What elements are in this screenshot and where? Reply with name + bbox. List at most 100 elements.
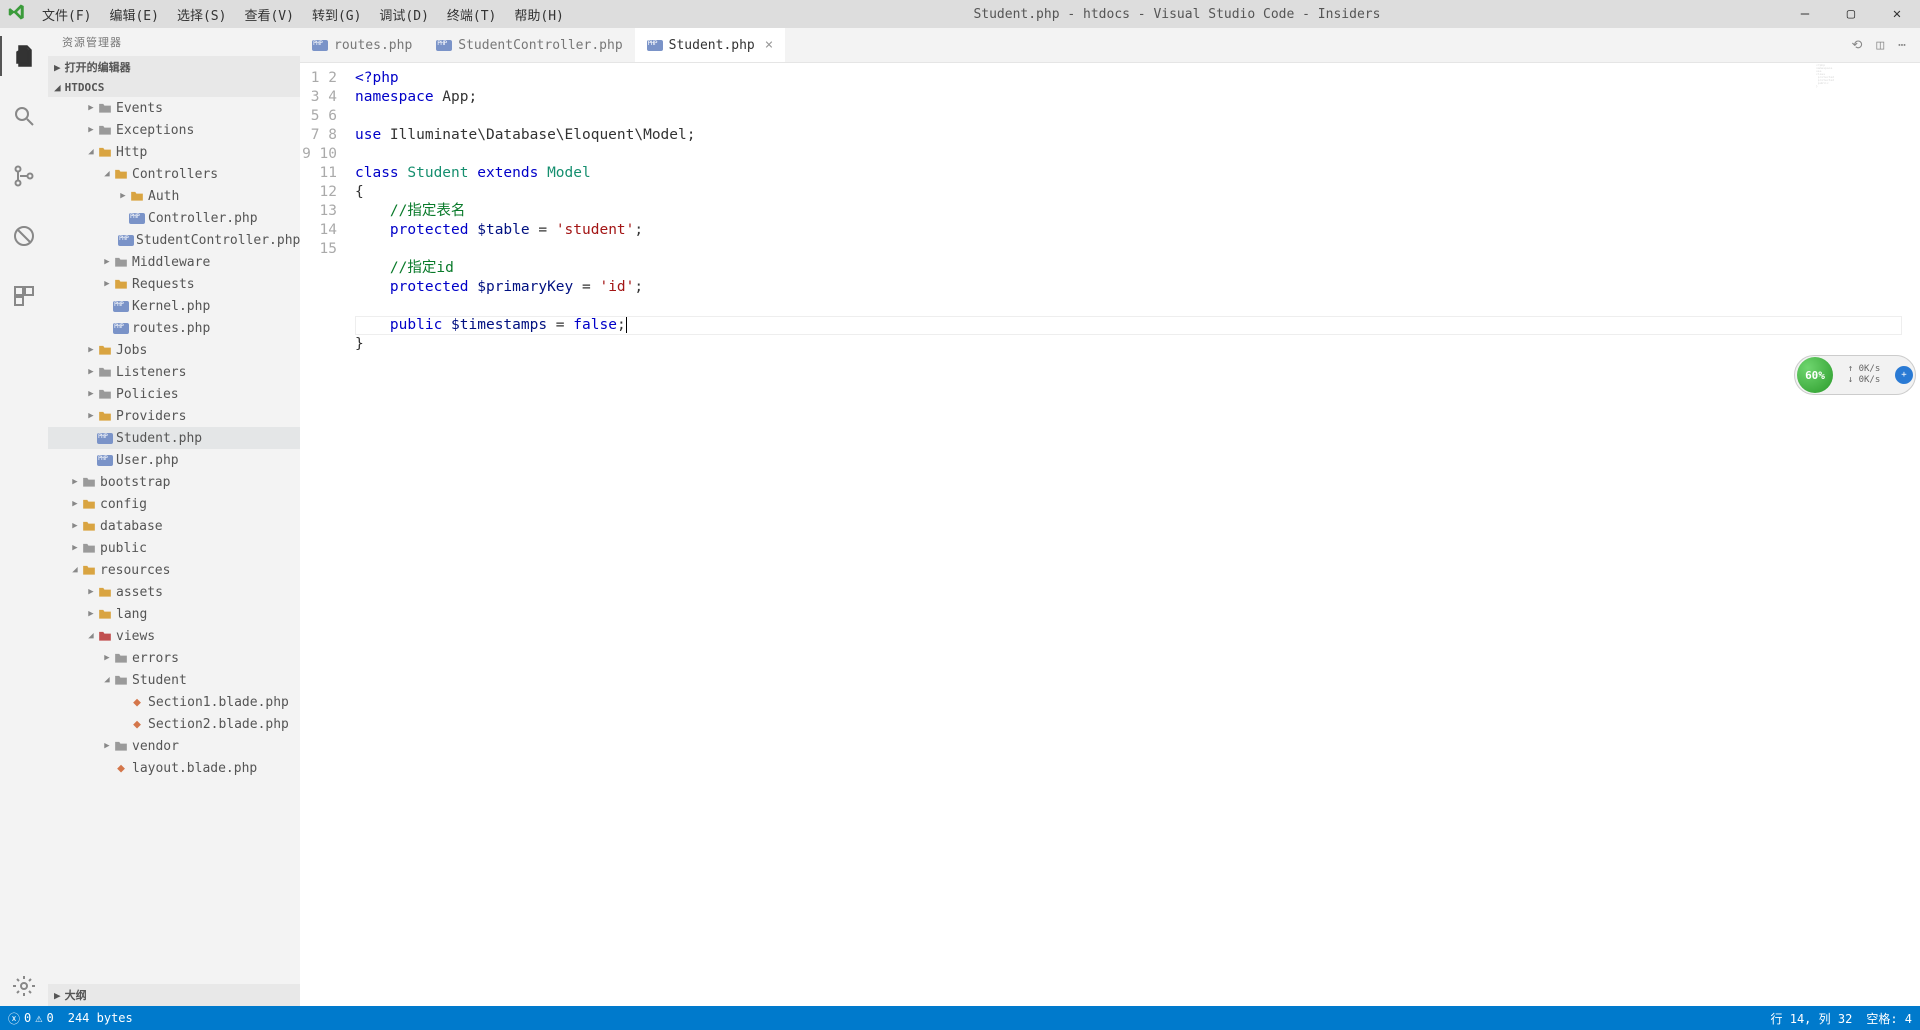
php-icon <box>112 323 130 334</box>
compare-icon[interactable]: ⟲ <box>1851 38 1862 53</box>
tree-folder[interactable]: ▶Requests <box>48 273 300 295</box>
menu-item[interactable]: 查看(V) <box>236 2 301 27</box>
network-widget[interactable]: 60% ↑ 0K/s ↓ 0K/s + <box>1794 355 1916 395</box>
status-spaces[interactable]: 空格: 4 <box>1866 1010 1912 1027</box>
widget-plus-icon[interactable]: + <box>1895 366 1913 384</box>
php-icon <box>312 40 328 51</box>
folder-icon <box>96 102 114 114</box>
folder-icon <box>96 344 114 356</box>
more-icon[interactable]: ⋯ <box>1898 38 1906 53</box>
tree-folder[interactable]: ▶config <box>48 493 300 515</box>
extensions-icon[interactable] <box>0 276 48 316</box>
folder-icon <box>96 630 114 642</box>
folder-icon <box>80 520 98 532</box>
tree-folder[interactable]: ▶Policies <box>48 383 300 405</box>
minimap[interactable]: <?php namespace use class protected prot… <box>1816 64 1906 134</box>
tree-folder[interactable]: ▶Auth <box>48 185 300 207</box>
widget-percent: 60% <box>1797 357 1833 393</box>
split-icon[interactable]: ◫ <box>1876 38 1884 53</box>
editor: routes.phpStudentController.phpStudent.p… <box>300 28 1920 1006</box>
menu-bar: 文件(F)编辑(E)选择(S)查看(V)转到(G)调试(D)终端(T)帮助(H) <box>34 2 572 27</box>
code-area[interactable]: 1 2 3 4 5 6 7 8 9 10 11 12 13 14 15 <?ph… <box>300 63 1920 354</box>
code-lines[interactable]: <?php namespace App; use Illuminate\Data… <box>355 69 1920 354</box>
tree-file[interactable]: Controller.php <box>48 207 300 229</box>
folder-icon <box>80 476 98 488</box>
tree-folder[interactable]: ▶Listeners <box>48 361 300 383</box>
open-editors-section[interactable]: ▶打开的编辑器 <box>48 56 300 78</box>
project-section[interactable]: ◢HTDOCS <box>48 78 300 97</box>
folder-icon <box>96 388 114 400</box>
settings-gear-icon[interactable] <box>0 966 48 1006</box>
status-errors[interactable]: ⓧ 0 ⚠ 0 <box>8 1010 54 1027</box>
folder-icon <box>80 564 98 576</box>
tree-folder[interactable]: ▶vendor <box>48 735 300 757</box>
blade-icon: ◆ <box>112 761 130 776</box>
tree-folder[interactable]: ▶assets <box>48 581 300 603</box>
folder-icon <box>96 366 114 378</box>
tree-folder[interactable]: ▶Events <box>48 97 300 119</box>
tree-file[interactable]: Student.php <box>48 427 300 449</box>
menu-item[interactable]: 帮助(H) <box>506 2 571 27</box>
tree-folder[interactable]: ◢Http <box>48 141 300 163</box>
minimize-button[interactable]: — <box>1782 6 1828 22</box>
editor-tab[interactable]: Student.php× <box>635 28 786 62</box>
menu-item[interactable]: 文件(F) <box>34 2 99 27</box>
tree-file[interactable]: ◆layout.blade.php <box>48 757 300 779</box>
tree-file[interactable]: ◆Section1.blade.php <box>48 691 300 713</box>
tree-folder[interactable]: ▶Jobs <box>48 339 300 361</box>
tree-folder[interactable]: ▶Middleware <box>48 251 300 273</box>
close-icon[interactable]: × <box>765 37 773 53</box>
tree-folder[interactable]: ▶lang <box>48 603 300 625</box>
php-icon <box>128 213 146 224</box>
php-icon <box>96 455 114 466</box>
folder-icon <box>96 410 114 422</box>
tree-file[interactable]: User.php <box>48 449 300 471</box>
tree-folder[interactable]: ◢views <box>48 625 300 647</box>
folder-icon <box>112 652 130 664</box>
menu-item[interactable]: 调试(D) <box>371 2 436 27</box>
tree-folder[interactable]: ▶Providers <box>48 405 300 427</box>
explorer-icon[interactable] <box>0 36 48 76</box>
menu-item[interactable]: 转到(G) <box>304 2 369 27</box>
editor-tabs: routes.phpStudentController.phpStudent.p… <box>300 28 1920 63</box>
tree-folder[interactable]: ▶database <box>48 515 300 537</box>
source-control-icon[interactable] <box>0 156 48 196</box>
window-title: Student.php - htdocs - Visual Studio Cod… <box>572 7 1782 22</box>
folder-icon <box>96 608 114 620</box>
sidebar-title: 资源管理器 <box>48 28 300 56</box>
tree-folder[interactable]: ▶bootstrap <box>48 471 300 493</box>
editor-tab[interactable]: StudentController.php <box>424 28 634 62</box>
status-ln-col[interactable]: 行 14, 列 32 <box>1771 1010 1853 1027</box>
search-icon[interactable] <box>0 96 48 136</box>
folder-icon <box>96 586 114 598</box>
close-button[interactable]: ✕ <box>1874 6 1920 22</box>
menu-item[interactable]: 终端(T) <box>439 2 504 27</box>
tree-folder[interactable]: ▶errors <box>48 647 300 669</box>
file-tree: ▶Events▶Exceptions◢Http◢Controllers▶Auth… <box>48 97 300 984</box>
tree-file[interactable]: routes.php <box>48 317 300 339</box>
status-bytes[interactable]: 244 bytes <box>68 1011 133 1025</box>
tree-file[interactable]: Kernel.php <box>48 295 300 317</box>
folder-icon <box>112 740 130 752</box>
tree-folder[interactable]: ▶public <box>48 537 300 559</box>
tree-folder[interactable]: ◢resources <box>48 559 300 581</box>
php-icon <box>436 40 452 51</box>
debug-icon[interactable] <box>0 216 48 256</box>
folder-icon <box>112 278 130 290</box>
tree-folder[interactable]: ◢Student <box>48 669 300 691</box>
tree-folder[interactable]: ▶Exceptions <box>48 119 300 141</box>
outline-section[interactable]: ▶大纲 <box>48 984 300 1006</box>
menu-item[interactable]: 选择(S) <box>169 2 234 27</box>
tree-file[interactable]: StudentController.php <box>48 229 300 251</box>
menu-item[interactable]: 编辑(E) <box>101 2 166 27</box>
php-icon <box>112 301 130 312</box>
widget-speeds: ↑ 0K/s ↓ 0K/s <box>1833 364 1895 386</box>
maximize-button[interactable]: ▢ <box>1828 6 1874 22</box>
activity-bar <box>0 28 48 1006</box>
tree-file[interactable]: ◆Section2.blade.php <box>48 713 300 735</box>
editor-tab[interactable]: routes.php <box>300 28 424 62</box>
vscode-icon <box>0 3 34 25</box>
folder-icon <box>96 124 114 136</box>
folder-icon <box>80 542 98 554</box>
tree-folder[interactable]: ◢Controllers <box>48 163 300 185</box>
